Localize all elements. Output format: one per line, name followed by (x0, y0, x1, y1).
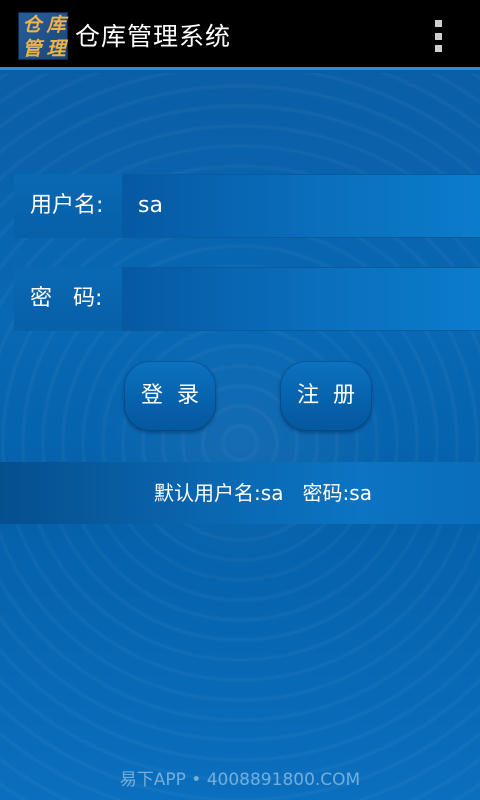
logo-char: 库 (46, 14, 66, 36)
username-input[interactable]: sa (122, 174, 480, 238)
menu-dot (434, 20, 442, 27)
username-row: 用户名: sa (14, 174, 480, 238)
password-input[interactable] (122, 267, 480, 331)
logo-char: 管 (22, 38, 42, 60)
default-credentials-banner: 默认用户名:sa 密码:sa (0, 462, 480, 524)
password-label: 密 码: (30, 286, 103, 311)
action-bar: 仓 库 管 理 仓库管理系统 (0, 0, 480, 70)
default-credentials-hint: 默认用户名:sa 密码:sa (154, 481, 372, 505)
logo-char: 理 (46, 38, 66, 60)
action-bar-divider (0, 67, 480, 70)
overflow-menu-icon[interactable] (426, 18, 450, 54)
username-label-cell: 用户名: (14, 174, 122, 238)
password-label-cell: 密 码: (14, 267, 122, 331)
password-row: 密 码: (14, 267, 480, 331)
watermark: 易下APP • 4008891800.COM (119, 770, 361, 790)
menu-dot (434, 45, 442, 52)
username-label: 用户名: (30, 193, 104, 218)
logo-char: 仓 (22, 14, 42, 36)
register-button[interactable]: 注册 (280, 361, 372, 431)
app-title: 仓库管理系统 (75, 22, 232, 51)
login-button[interactable]: 登录 (124, 361, 216, 431)
app-logo-icon: 仓 库 管 理 (18, 12, 68, 60)
login-screen: 用户名: sa 密 码: 登录 注册 默认用户名:sa 密码:sa 易下APP … (0, 73, 480, 800)
menu-dot (434, 32, 442, 40)
